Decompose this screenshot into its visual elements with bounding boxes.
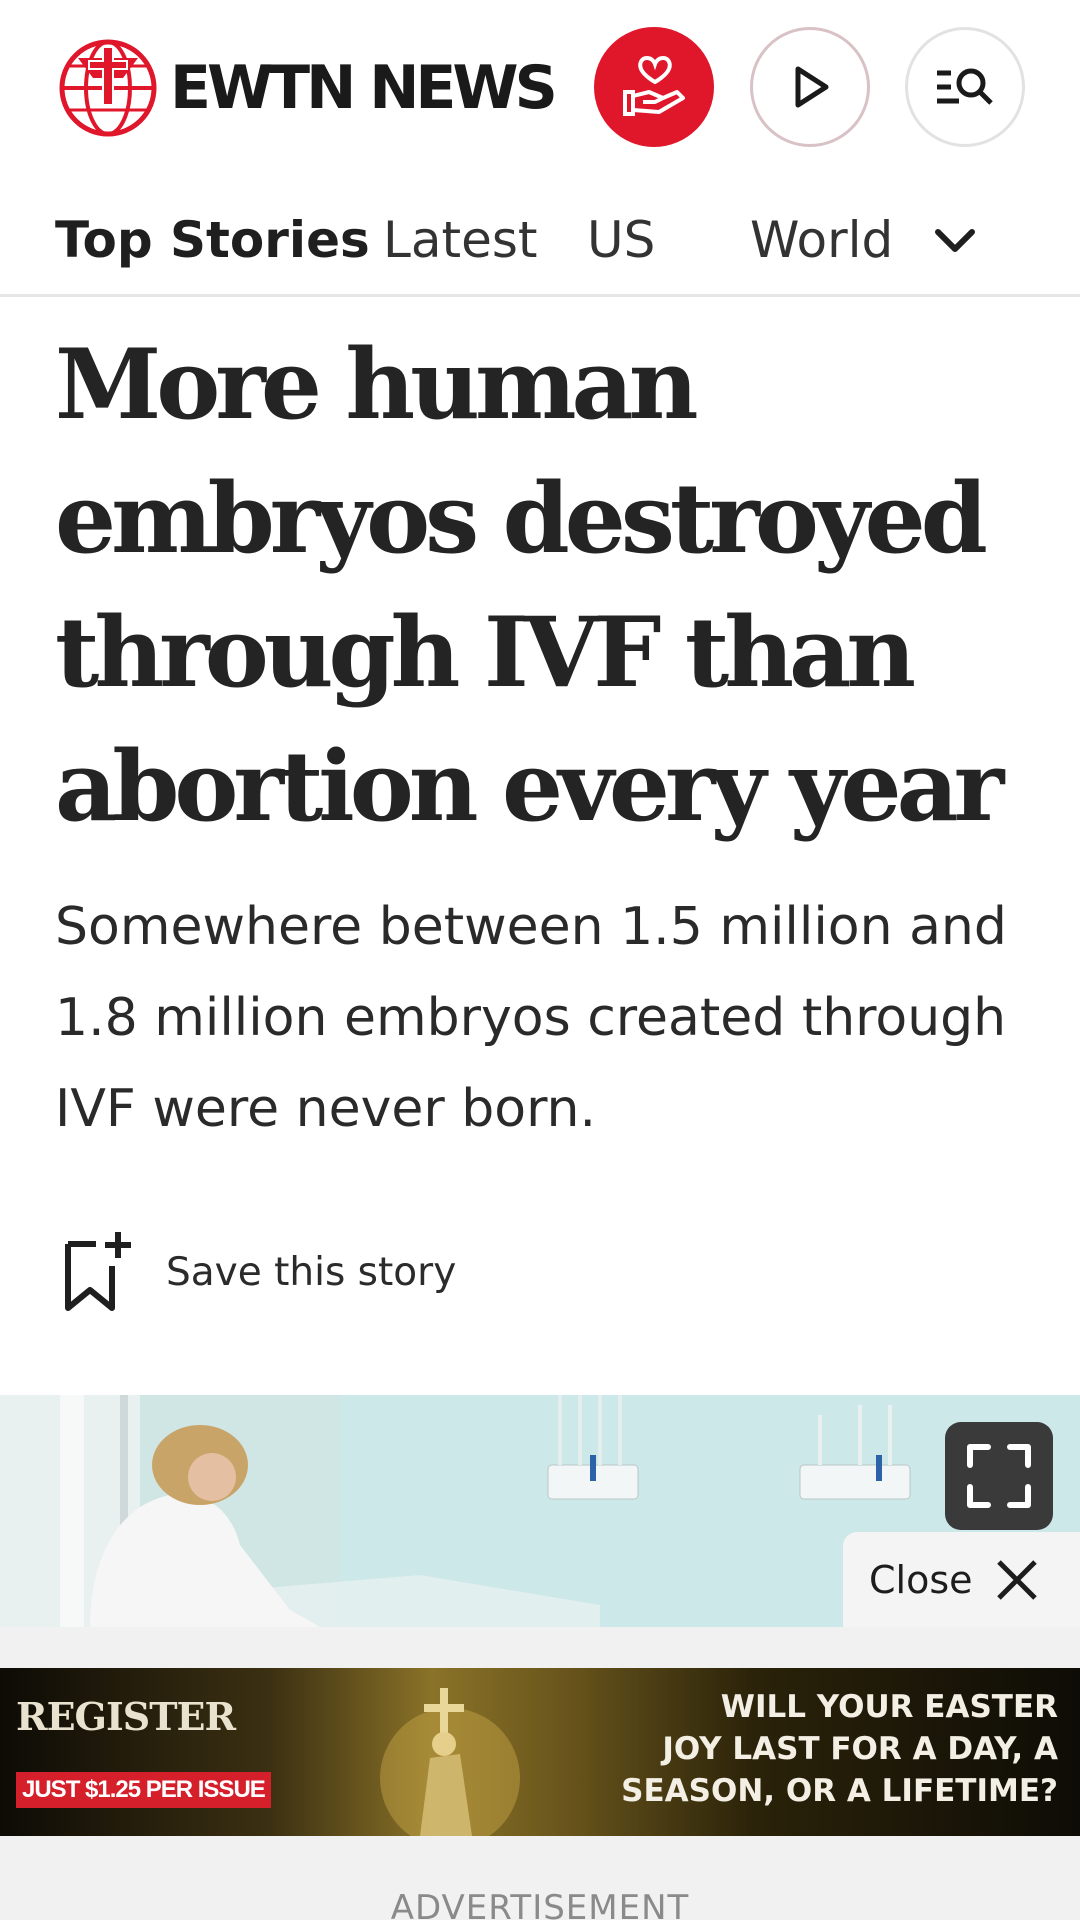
save-story-button[interactable]: Save this story — [60, 1228, 456, 1316]
nav-top-stories[interactable]: Top Stories — [55, 215, 370, 265]
nav-world[interactable]: World — [750, 215, 893, 265]
advertisement-label: ADVERTISEMENT — [390, 1888, 690, 1928]
ad-copy-line: WILL YOUR EASTER — [720, 1689, 1058, 1725]
cross-figure-graphic — [380, 1688, 520, 1836]
play-button[interactable] — [750, 27, 870, 147]
close-label: Close — [869, 1557, 973, 1602]
ad-copy-line: JOY LAST FOR A DAY, A — [662, 1731, 1058, 1767]
globe-cross-logo — [59, 39, 157, 137]
fullscreen-button[interactable] — [945, 1422, 1053, 1530]
article-subhead: Somewhere between 1.5 million and 1.8 mi… — [55, 897, 1007, 1139]
fullscreen-icon — [967, 1444, 1031, 1508]
heart-hand-icon — [623, 55, 685, 116]
ad-brand: REGISTER — [16, 1694, 236, 1739]
site-header: EWTN NEWS — [0, 0, 1080, 180]
ad-price-badge: JUST $1.25 PER ISSUE — [16, 1772, 271, 1808]
nav-latest[interactable]: Latest — [383, 215, 538, 265]
article-headline: More human embryos destroyed through IVF… — [55, 328, 1004, 843]
save-story-label: Save this story — [166, 1249, 457, 1295]
ad-copy-line: SEASON, OR A LIFETIME? — [621, 1773, 1058, 1809]
play-icon — [795, 66, 829, 108]
chevron-down-icon[interactable] — [930, 222, 980, 262]
close-media-button[interactable]: Close — [843, 1532, 1080, 1627]
site-logo[interactable]: EWTN NEWS — [58, 38, 558, 138]
ad-copy: WILL YOUR EASTER JOY LAST FOR A DAY, A S… — [621, 1686, 1058, 1812]
section-nav: Top Stories Latest US World — [0, 180, 1080, 297]
menu-search-icon — [937, 68, 993, 105]
donate-button[interactable] — [594, 27, 714, 147]
close-icon — [996, 1559, 1037, 1600]
ad-banner[interactable]: REGISTER JUST $1.25 PER ISSUE WILL YOUR … — [0, 1668, 1080, 1836]
bookmark-add-icon — [65, 1232, 131, 1311]
nav-us[interactable]: US — [587, 215, 655, 265]
brand-wordmark: EWTN NEWS — [170, 53, 558, 123]
menu-search-button[interactable] — [905, 27, 1025, 147]
